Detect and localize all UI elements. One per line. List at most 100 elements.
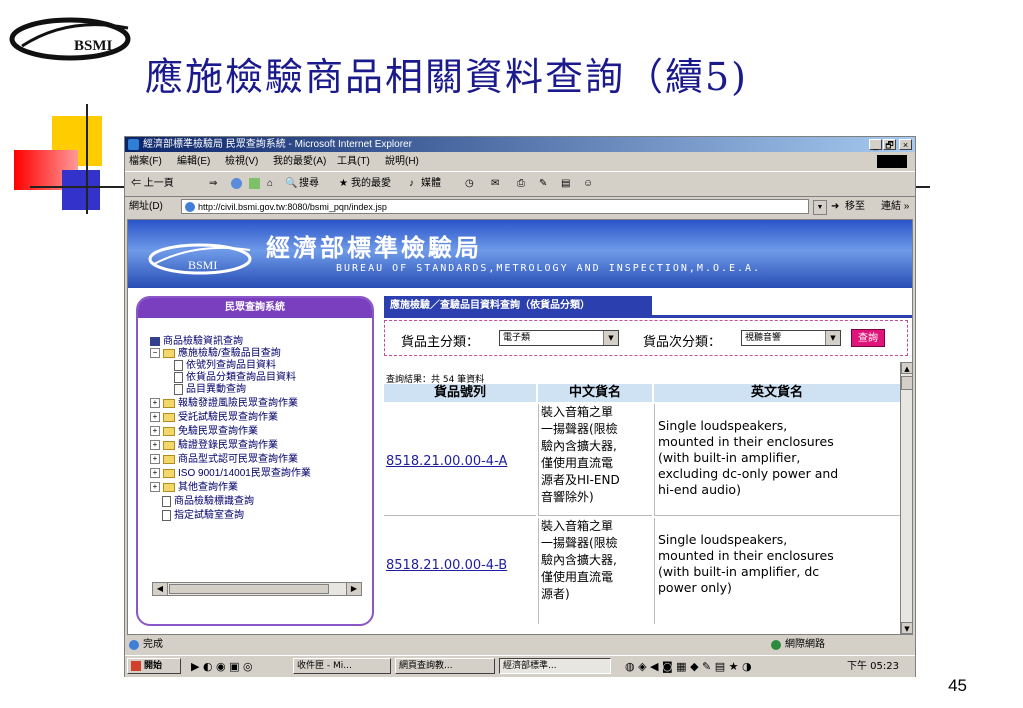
address-dropdown-icon[interactable]: ▼ — [813, 200, 827, 215]
document-icon — [174, 384, 183, 395]
left-horizontal-scrollbar[interactable]: ◀ ▶ — [152, 582, 362, 596]
product-name-en: Single loudspeakers, mounted in their en… — [654, 404, 900, 516]
banner-title-en: BUREAU OF STANDARDS,METROLOGY AND INSPEC… — [336, 263, 762, 274]
left-nav-panel: 民眾查詢系統 商品檢驗資訊查詢 − 應施檢驗/查驗品目查詢 依號列查詢品目資料 依… — [136, 296, 374, 626]
product-code-link[interactable]: 8518.21.00.00-4-B — [386, 558, 507, 573]
go-arrow-icon[interactable]: ➜ — [831, 197, 839, 217]
ie-icon — [128, 139, 139, 150]
media-button[interactable]: 媒體 — [421, 172, 441, 196]
home-icon[interactable]: ⌂ — [267, 172, 273, 196]
menu-tools[interactable]: 工具(T) — [337, 153, 370, 170]
folder-icon — [163, 426, 175, 436]
print-icon[interactable]: ⎙ — [517, 172, 525, 196]
tree-item-risk-query[interactable]: + 報驗發證風險民眾查詢作業 — [150, 398, 298, 410]
search-button[interactable]: 搜尋 — [299, 172, 319, 196]
product-code-link[interactable]: 8518.21.00.00-4-A — [386, 454, 507, 469]
address-label: 網址(D) — [129, 201, 163, 212]
stop-icon[interactable] — [231, 178, 242, 189]
main-category-select[interactable]: 電子類 ▼ — [499, 330, 619, 346]
expand-icon[interactable]: + — [150, 468, 160, 479]
taskbar-item-inbox[interactable]: 收件匣 - Mi... — [293, 658, 391, 674]
expand-icon[interactable]: + — [150, 440, 160, 451]
expand-icon[interactable]: + — [150, 426, 160, 437]
tree-item-iso-query[interactable]: + ISO 9001/14001民眾查詢作業 — [150, 468, 311, 480]
browser-window: 經濟部標準檢驗局 民眾查詢系統 - Microsoft Internet Exp… — [124, 136, 916, 677]
mail-icon[interactable]: ✉ — [491, 172, 499, 196]
address-input[interactable]: http://civil.bsmi.gov.tw:8080/bsmi_pqn/i… — [181, 199, 809, 214]
tree-item-by-code[interactable]: 依號列查詢品目資料 — [174, 360, 276, 372]
scroll-thumb[interactable] — [169, 584, 329, 594]
tree-item-exemption-query[interactable]: + 免驗民眾查詢作業 — [150, 426, 258, 438]
page-vertical-scrollbar[interactable]: ▲ ▼ — [900, 362, 912, 634]
back-button[interactable]: ⇐ 上一頁 — [131, 172, 174, 196]
forward-button[interactable]: ⇒ — [209, 172, 217, 196]
query-tab-header: 應施檢驗／查驗品目資料查詢（依貨品分類） — [384, 296, 652, 316]
menu-favorites[interactable]: 我的最愛(A) — [273, 153, 326, 170]
page-content: BSMI 經濟部標準檢驗局 BUREAU OF STANDARDS,METROL… — [127, 219, 913, 635]
menu-file[interactable]: 檔案(F) — [129, 153, 162, 170]
media-icon[interactable]: ♪ — [409, 172, 414, 196]
taskbar-clock: 下午 05:23 — [847, 661, 899, 672]
decor-blue-square — [62, 170, 100, 210]
page-done-icon — [129, 640, 139, 650]
expand-icon[interactable]: + — [150, 412, 160, 423]
computer-icon — [150, 336, 160, 346]
close-button[interactable]: × — [899, 139, 912, 150]
bsmi-banner-logo: BSMI — [148, 243, 252, 275]
edit-icon[interactable]: ✎ — [539, 172, 547, 196]
tree-item-registration-query[interactable]: + 驗證登錄民眾查詢作業 — [150, 440, 278, 452]
maximize-button[interactable]: 🗗 — [883, 139, 896, 150]
folder-icon — [163, 412, 175, 422]
banner-title-cn: 經濟部標準檢驗局 — [266, 233, 482, 262]
decor-vertical-line — [86, 104, 88, 214]
menu-view[interactable]: 檢視(V) — [225, 153, 258, 170]
taskbar-item-bsmi[interactable]: 經濟部標準... — [499, 658, 611, 674]
taskbar-item-web-tutorial[interactable]: 網頁查詢教... — [395, 658, 495, 674]
table-row: 8518.21.00.00-4-A — [384, 404, 536, 516]
system-tray-icons[interactable]: ◍ ◈ ◀ ◙ ▦ ◆ ✎ ▤ ★ ◑ — [625, 656, 752, 677]
minimize-button[interactable]: _ — [869, 139, 882, 150]
tree-item-mark-query[interactable]: 商品檢驗標識查詢 — [162, 496, 254, 508]
discuss-icon[interactable]: ▤ — [561, 172, 570, 196]
folder-icon — [163, 482, 175, 492]
status-bar: 完成 網際網路 — [125, 637, 915, 653]
chevron-down-icon[interactable]: ▼ — [825, 331, 840, 345]
tree-item-inspection-query[interactable]: − 應施檢驗/查驗品目查詢 — [150, 348, 281, 360]
scroll-down-icon[interactable]: ▼ — [901, 622, 912, 634]
address-url: http://civil.bsmi.gov.tw:8080/bsmi_pqn/i… — [198, 202, 387, 212]
search-icon[interactable]: 🔍 — [285, 172, 297, 196]
refresh-icon[interactable] — [249, 178, 260, 189]
sub-category-select[interactable]: 視聽音響 ▼ — [741, 330, 841, 346]
product-name-cn: 裝入音箱之單 一揚聲器(限檢 驗內含擴大器, 僅使用直流電 源者及HI-END … — [538, 404, 652, 516]
tree-item-lab-query[interactable]: 指定試驗室查詢 — [162, 510, 244, 522]
expand-icon[interactable]: + — [150, 482, 160, 493]
messenger-icon[interactable]: ☺ — [583, 172, 593, 196]
windows-flag-icon — [877, 155, 907, 168]
favorites-icon[interactable]: ★ — [339, 172, 348, 196]
tree-item-test-query[interactable]: + 受託試驗民眾查詢作業 — [150, 412, 278, 424]
query-button[interactable]: 查詢 — [851, 329, 885, 347]
scroll-thumb[interactable] — [901, 376, 912, 390]
scroll-left-icon[interactable]: ◀ — [153, 583, 168, 595]
folder-icon — [163, 454, 175, 464]
expand-icon[interactable]: + — [150, 398, 160, 409]
scroll-right-icon[interactable]: ▶ — [346, 583, 361, 595]
history-icon[interactable]: ◷ — [465, 172, 474, 196]
scroll-up-icon[interactable]: ▲ — [901, 362, 912, 374]
go-button[interactable]: 移至 — [845, 197, 865, 217]
menu-edit[interactable]: 編輯(E) — [177, 153, 210, 170]
expand-icon[interactable]: + — [150, 454, 160, 465]
links-button[interactable]: 連結 » — [881, 197, 909, 217]
quick-launch-icons[interactable]: ▶ ◐ ◉ ▣ ◎ — [191, 656, 253, 677]
start-button[interactable]: 開始 — [127, 658, 181, 674]
tree-item-changes[interactable]: 品目異動查詢 — [174, 384, 246, 396]
svg-text:BSMI: BSMI — [74, 38, 113, 54]
tree-item-type-approval-query[interactable]: + 商品型式認可民眾查詢作業 — [150, 454, 298, 466]
tree-item-other-query[interactable]: + 其他查詢作業 — [150, 482, 238, 494]
collapse-icon[interactable]: − — [150, 348, 160, 359]
tree-item-by-category[interactable]: 依貨品分類查詢品目資料 — [174, 372, 296, 384]
favorites-button[interactable]: 我的最愛 — [351, 172, 391, 196]
tree-item-product-info[interactable]: 商品檢驗資訊查詢 — [150, 336, 243, 348]
chevron-down-icon[interactable]: ▼ — [603, 331, 618, 345]
menu-help[interactable]: 說明(H) — [385, 153, 419, 170]
